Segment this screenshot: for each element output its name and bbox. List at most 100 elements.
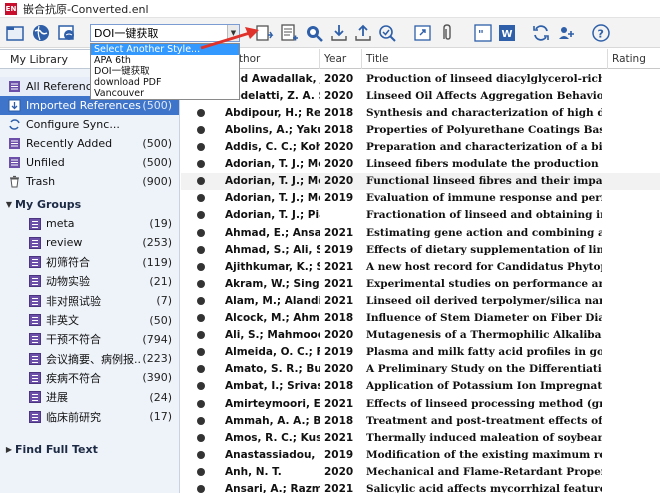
group-item[interactable]: 临床前研究 (17) bbox=[0, 407, 179, 426]
table-row[interactable]: Ahmad, S.; Ali, S.;... 2019 Effects of die… bbox=[181, 241, 660, 258]
table-row[interactable]: Abd Awadallak, J....2020Production of li… bbox=[181, 70, 660, 87]
table-row[interactable]: Almeida, O. C.; Fe... 2019 Plasma and milk… bbox=[181, 344, 660, 361]
group-item[interactable]: 非英文 (50) bbox=[0, 311, 179, 330]
table-row[interactable]: Abolins, A.; Yakus... 2018 Properties of P… bbox=[181, 121, 660, 138]
column-header-rating[interactable]: Rating bbox=[608, 49, 660, 69]
table-row[interactable]: Abdelatti, Z. A. S....2020Linseed Oil Af… bbox=[181, 87, 660, 104]
sidebar-item-count: (900) bbox=[142, 175, 172, 188]
table-row[interactable]: Anastassiadou, M... 2019 Modification of t… bbox=[181, 446, 660, 463]
year-cell: 2020 bbox=[324, 175, 354, 188]
group-item[interactable]: review (253) bbox=[0, 233, 179, 252]
unread-dot-icon bbox=[181, 160, 221, 169]
title-cell: Application of Potassium Ion Impregnated… bbox=[366, 380, 602, 393]
my-groups-header[interactable]: ▼ My Groups bbox=[0, 195, 179, 213]
table-row[interactable]: Adorian, T. J.; Mo... 2020 Functional lins… bbox=[181, 172, 660, 190]
table-row[interactable]: Amos, R. C.; Kusk... 2021 Thermally induce… bbox=[181, 429, 660, 446]
author-cell: Anh, N. T. bbox=[225, 465, 282, 478]
author-cell: Ammah, A. A.; Be... bbox=[225, 414, 320, 427]
table-row[interactable]: Akram, W.; Singh... 2021 Experimental stud… bbox=[181, 275, 660, 292]
table-row[interactable]: Adorian, T. J.; Pia... Fractionation of l… bbox=[181, 207, 660, 224]
table-row[interactable]: Ahmad, E.; Ansari... 2021 Estimating gene … bbox=[181, 224, 660, 241]
import-icon[interactable] bbox=[328, 22, 350, 44]
sidebar-item-unfiled[interactable]: Unfiled (500) bbox=[0, 153, 179, 172]
author-cell: Akram, W.; Singh... bbox=[225, 277, 320, 290]
year-cell: 2020 bbox=[324, 158, 354, 171]
column-header-title[interactable]: Title bbox=[362, 49, 608, 69]
table-row[interactable]: Anh, N. T. 2020 Mechanical and Flame-Retar… bbox=[181, 463, 660, 480]
title-cell: Mutagenesis of a Thermophilic Alkalibaci… bbox=[366, 329, 602, 342]
my-groups-label: My Groups bbox=[15, 197, 82, 211]
open-link-icon[interactable] bbox=[412, 22, 434, 44]
table-row[interactable]: Alcock, M.; Ahme... 2018 Influence of Stem… bbox=[181, 309, 660, 326]
table-row[interactable]: Ammah, A. A.; Be... 2018 Treatment and pos… bbox=[181, 412, 660, 429]
sidebar-item-recently-added[interactable]: Recently Added (500) bbox=[0, 134, 179, 153]
group-item[interactable]: 动物实验 (21) bbox=[0, 272, 179, 291]
year-cell: 2018 bbox=[324, 123, 354, 136]
collapse-caret-icon[interactable]: ▼ bbox=[3, 200, 15, 209]
attach-file-icon[interactable] bbox=[436, 22, 458, 44]
author-cell: Abolins, A.; Yakus... bbox=[225, 123, 320, 136]
unread-dot-icon bbox=[181, 279, 221, 288]
group-label: 动物实验 bbox=[46, 275, 90, 289]
table-row[interactable]: Ambat, I.; Srivast... 2018 Application of … bbox=[181, 378, 660, 395]
group-item[interactable]: 进展 (24) bbox=[0, 388, 179, 407]
year-cell: 2021 bbox=[324, 294, 354, 307]
title-cell: Effects of linseed processing method (gr… bbox=[366, 397, 602, 410]
table-row[interactable]: Amirteymoori, E.;... 2021 Effects of linse… bbox=[181, 395, 660, 412]
word-icon[interactable]: W bbox=[496, 22, 518, 44]
table-row[interactable]: Addis, C. C.; Koh, ... 2020 Preparation an… bbox=[181, 138, 660, 155]
group-item[interactable]: 干预不符合 (794) bbox=[0, 330, 179, 349]
group-item[interactable]: 疾病不符合 (390) bbox=[0, 368, 179, 387]
svg-text:W: W bbox=[502, 29, 513, 40]
sync-icon[interactable] bbox=[530, 22, 552, 44]
recently-added-icon bbox=[8, 137, 21, 150]
sidebar-item-trash[interactable]: Trash (900) bbox=[0, 172, 179, 191]
table-row[interactable]: Abdipour, H.; Rez... 2018 Synthesis and ch… bbox=[181, 104, 660, 121]
group-label: 非英文 bbox=[46, 314, 79, 327]
group-count: (253) bbox=[142, 236, 172, 250]
group-label: 疾病不符合 bbox=[46, 371, 101, 385]
style-option[interactable]: download PDF bbox=[91, 77, 239, 88]
share-icon[interactable] bbox=[556, 22, 578, 44]
year-cell: 2019 bbox=[324, 192, 354, 205]
style-option[interactable]: APA 6th bbox=[91, 55, 239, 66]
table-row[interactable]: Amato, S. R.; Bur... 2020 A Preliminary St… bbox=[181, 361, 660, 378]
table-row[interactable]: Adorian, T. J.; Mo... 2020 Linseed fibers … bbox=[181, 156, 660, 173]
local-library-icon[interactable] bbox=[4, 22, 26, 44]
style-option[interactable]: DOI一键获取 bbox=[91, 66, 239, 77]
group-item[interactable]: 非对照试验 (7) bbox=[0, 291, 179, 310]
group-item[interactable]: 会议摘要、病例报... (223) bbox=[0, 349, 179, 368]
group-item[interactable]: meta (19) bbox=[0, 214, 179, 233]
sidebar-item-configure-sync[interactable]: Configure Sync... bbox=[0, 115, 179, 134]
table-row[interactable]: Adorian, T. J.; Mo... 2019 Evaluation of i… bbox=[181, 190, 660, 207]
table-row[interactable]: Ansari, A.; Razmj... 2021 Salicylic acid a… bbox=[181, 480, 660, 493]
help-icon[interactable]: ? bbox=[590, 22, 612, 44]
table-row[interactable]: Alam, M.; Alandis,... 2021 Linseed oil der… bbox=[181, 292, 660, 309]
unread-dot-icon bbox=[181, 296, 221, 305]
online-search-magnifier-icon[interactable] bbox=[303, 22, 325, 44]
integrated-library-icon[interactable] bbox=[56, 22, 78, 44]
group-item[interactable]: 初筛符合 (119) bbox=[0, 253, 179, 272]
expand-caret-icon[interactable]: ▶ bbox=[3, 445, 15, 454]
year-cell: 2019 bbox=[324, 346, 354, 359]
title-cell: Salicylic acid affects mycorrhizal featu… bbox=[366, 483, 602, 493]
table-row[interactable]: Ali, S.; Mahmood,... 2020 Mutagenesis of a… bbox=[181, 327, 660, 344]
all-references-icon bbox=[8, 80, 21, 93]
group-icon bbox=[28, 333, 41, 346]
export-icon[interactable] bbox=[352, 22, 374, 44]
find-full-text-header[interactable]: ▶ Find Full Text bbox=[0, 440, 179, 458]
column-header-year[interactable]: Year bbox=[320, 49, 362, 69]
unread-dot-icon bbox=[181, 314, 221, 323]
online-search-icon[interactable] bbox=[30, 22, 52, 44]
year-cell: 2018 bbox=[324, 106, 354, 119]
title-cell: Preparation and characterization of a bi… bbox=[366, 141, 602, 154]
find-fulltext-icon[interactable] bbox=[376, 22, 398, 44]
sidebar-item-label: Trash bbox=[26, 175, 56, 188]
group-count: (21) bbox=[149, 274, 172, 288]
title-cell: Linseed Oil Affects Aggregation Behaviou… bbox=[366, 89, 602, 102]
style-option[interactable]: Vancouver bbox=[91, 88, 239, 99]
table-row[interactable]: Ajithkumar, K.; S... 2021 A new host recor… bbox=[181, 258, 660, 275]
quote-icon[interactable]: " bbox=[472, 22, 494, 44]
title-cell: Plasma and milk fatty acid profiles in g… bbox=[366, 346, 602, 359]
new-reference-icon[interactable] bbox=[278, 22, 300, 44]
